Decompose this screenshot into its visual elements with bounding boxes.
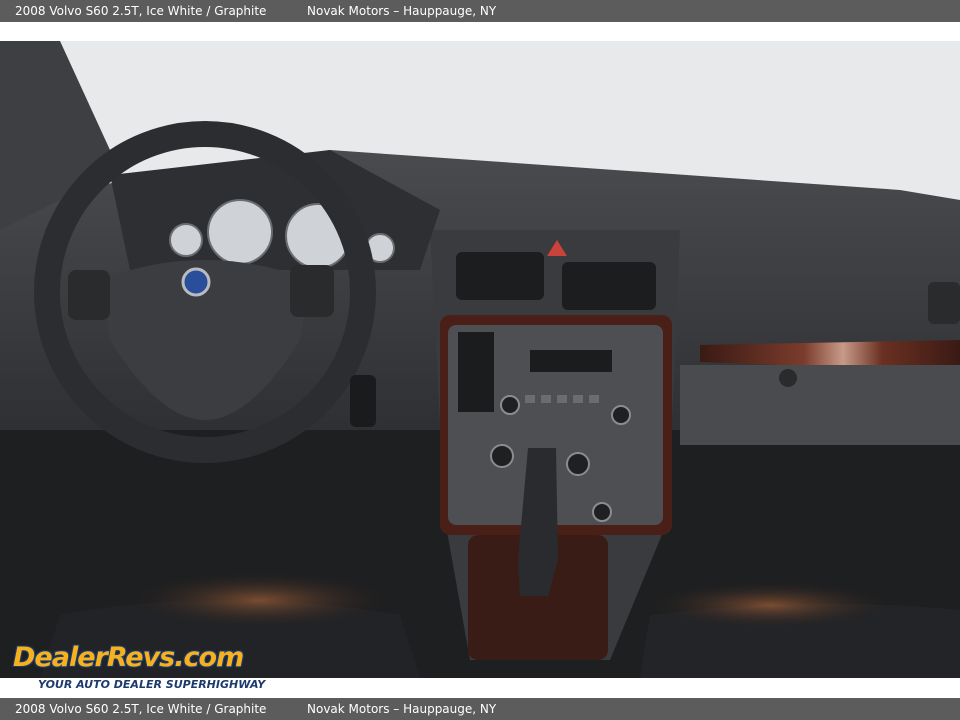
dealerrevs-logo: DealerRevs.com xyxy=(13,642,244,673)
glovebox-handle xyxy=(779,369,797,387)
footwell-glow-right xyxy=(640,580,900,630)
vehicle-title-footer: 2008 Volvo S60 2.5T, Ice White / Graphit… xyxy=(15,702,267,716)
dealer-location-footer: Novak Motors – Hauppauge, NY xyxy=(307,702,497,716)
center-vent-left xyxy=(456,252,544,300)
center-vent-right xyxy=(562,262,656,310)
vehicle-title: 2008 Volvo S60 2.5T, Ice White / Graphit… xyxy=(15,4,267,18)
dashboard-photo xyxy=(0,41,960,678)
bottom-caption-bar: 2008 Volvo S60 2.5T, Ice White / Graphit… xyxy=(0,698,960,720)
right-air-vent xyxy=(928,282,960,324)
top-caption-bar: 2008 Volvo S60 2.5T, Ice White / Graphit… xyxy=(0,0,960,22)
footwell-glow-left xyxy=(120,570,400,630)
key-fob xyxy=(350,375,376,427)
volvo-logo xyxy=(181,267,211,297)
dealerrevs-tagline: YOUR AUTO DEALER SUPERHIGHWAY xyxy=(38,678,266,691)
left-spoke-buttons xyxy=(68,270,110,320)
left-screen xyxy=(458,332,494,412)
right-spoke-buttons xyxy=(290,265,334,317)
radio-display xyxy=(530,350,612,372)
glovebox xyxy=(680,365,960,445)
dealer-location: Novak Motors – Hauppauge, NY xyxy=(307,4,497,18)
